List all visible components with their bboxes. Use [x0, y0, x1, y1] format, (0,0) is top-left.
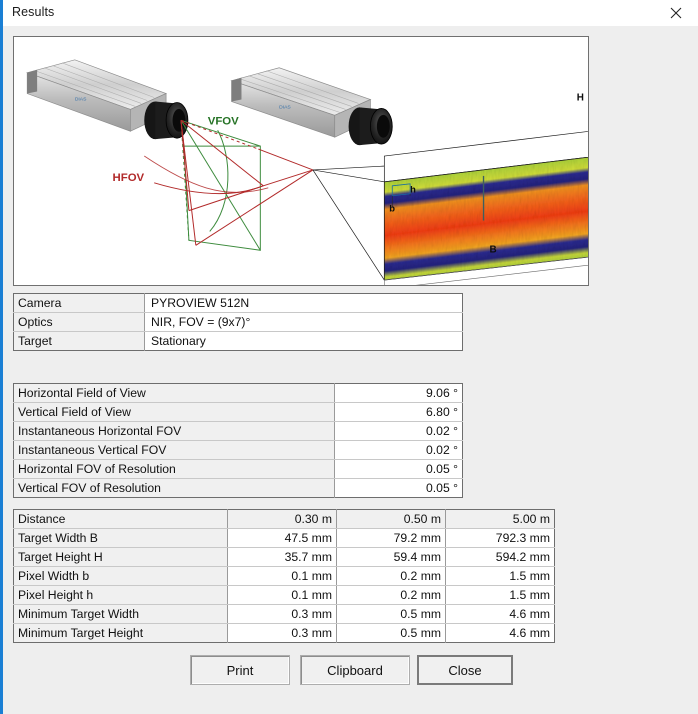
- table-row: Horizontal FOV of Resolution 0.05 °: [13, 459, 463, 479]
- target-width-label: B: [489, 244, 496, 255]
- row-label: Target Height H: [13, 547, 228, 567]
- table-row: Target Width B 47.5 mm 79.2 mm 792.3 mm: [13, 528, 555, 548]
- close-button[interactable]: Close: [417, 655, 513, 685]
- row-value: PYROVIEW 512N: [144, 293, 463, 313]
- column-header-d2: 0.50 m: [336, 509, 446, 529]
- vfov-cone: [180, 119, 261, 251]
- row-label: Horizontal Field of View: [13, 383, 335, 403]
- row-label: Minimum Target Width: [13, 604, 228, 624]
- row-value: 0.2 mm: [336, 566, 446, 586]
- row-value: 594.2 mm: [445, 547, 555, 567]
- row-value: 4.6 mm: [445, 623, 555, 643]
- row-value: NIR, FOV = (9x7)°: [144, 312, 463, 332]
- thermal-target-image: [383, 131, 588, 285]
- target-height-label: H: [577, 92, 584, 103]
- row-value: 1.5 mm: [445, 585, 555, 605]
- table-header-row: Distance 0.30 m 0.50 m 5.00 m: [13, 509, 555, 529]
- results-window: Results DIAS DIAS VFOV HFOV h b H B Came…: [0, 0, 698, 714]
- table-row: Minimum Target Width 0.3 mm 0.5 mm 4.6 m…: [13, 604, 555, 624]
- row-label: Pixel Height h: [13, 585, 228, 605]
- table-row: Instantaneous Horizontal FOV 0.02 °: [13, 421, 463, 441]
- row-value: 0.2 mm: [336, 585, 446, 605]
- row-value: 6.80 °: [334, 402, 463, 422]
- row-value: 0.02 °: [334, 440, 463, 460]
- print-button[interactable]: Print: [190, 655, 290, 685]
- row-value: 4.6 mm: [445, 604, 555, 624]
- window-title: Results: [12, 5, 55, 19]
- fov-diagram-panel: DIAS DIAS VFOV HFOV h b H B: [13, 36, 589, 286]
- row-value: Stationary: [144, 331, 463, 351]
- row-label: Instantaneous Vertical FOV: [13, 440, 335, 460]
- column-header-d3: 5.00 m: [445, 509, 555, 529]
- hfov-label: HFOV: [113, 172, 145, 184]
- row-value: 79.2 mm: [336, 528, 446, 548]
- row-value: 59.4 mm: [336, 547, 446, 567]
- fov-diagram: DIAS DIAS VFOV HFOV h b H B: [26, 59, 588, 285]
- table-row: Target Height H 35.7 mm 59.4 mm 594.2 mm: [13, 547, 555, 567]
- table-row: Vertical FOV of Resolution 0.05 °: [13, 478, 463, 498]
- row-label: Minimum Target Height: [13, 623, 228, 643]
- table-row: Minimum Target Height 0.3 mm 0.5 mm 4.6 …: [13, 623, 555, 643]
- row-label: Camera: [13, 293, 145, 313]
- row-value: 792.3 mm: [445, 528, 555, 548]
- button-bar: Print Clipboard Close: [3, 655, 698, 687]
- row-label: Vertical FOV of Resolution: [13, 478, 335, 498]
- row-value: 35.7 mm: [227, 547, 337, 567]
- row-label: Target: [13, 331, 145, 351]
- hfov-cone: [144, 119, 314, 246]
- close-icon: [670, 7, 682, 19]
- pixel-height-label: h: [410, 184, 416, 195]
- row-value: 9.06 °: [334, 383, 463, 403]
- row-value: 0.05 °: [334, 478, 463, 498]
- table-row: Instantaneous Vertical FOV 0.02 °: [13, 440, 463, 460]
- camera-right: DIAS: [230, 67, 393, 146]
- row-label: Target Width B: [13, 528, 228, 548]
- row-label: Pixel Width b: [13, 566, 228, 586]
- table-row: Optics NIR, FOV = (9x7)°: [13, 312, 463, 332]
- row-value: 47.5 mm: [227, 528, 337, 548]
- svg-text:DIAS: DIAS: [75, 96, 87, 102]
- row-value: 0.3 mm: [227, 604, 337, 624]
- column-header-d1: 0.30 m: [227, 509, 337, 529]
- table-row: Horizontal Field of View 9.06 °: [13, 383, 463, 403]
- row-label: Optics: [13, 312, 145, 332]
- field-of-view-table: Horizontal Field of View 9.06 ° Vertical…: [13, 383, 463, 498]
- camera-left: DIAS: [26, 59, 189, 140]
- row-value: 0.1 mm: [227, 566, 337, 586]
- table-row: Vertical Field of View 6.80 °: [13, 402, 463, 422]
- table-row: Target Stationary: [13, 331, 463, 351]
- clipboard-button[interactable]: Clipboard: [300, 655, 410, 685]
- row-label: Instantaneous Horizontal FOV: [13, 421, 335, 441]
- table-row: Pixel Width b 0.1 mm 0.2 mm 1.5 mm: [13, 566, 555, 586]
- vfov-label: VFOV: [208, 115, 239, 127]
- row-value: 0.5 mm: [336, 604, 446, 624]
- pixel-width-label: b: [389, 203, 395, 214]
- close-window-button[interactable]: [654, 0, 698, 26]
- row-value: 1.5 mm: [445, 566, 555, 586]
- row-value: 0.05 °: [334, 459, 463, 479]
- column-header-distance: Distance: [13, 509, 228, 529]
- svg-text:DIAS: DIAS: [279, 104, 291, 110]
- row-label: Horizontal FOV of Resolution: [13, 459, 335, 479]
- row-value: 0.02 °: [334, 421, 463, 441]
- table-row: Camera PYROVIEW 512N: [13, 293, 463, 313]
- row-value: 0.5 mm: [336, 623, 446, 643]
- distance-table: Distance 0.30 m 0.50 m 5.00 m Target Wid…: [13, 509, 555, 643]
- row-value: 0.1 mm: [227, 585, 337, 605]
- camera-info-table: Camera PYROVIEW 512N Optics NIR, FOV = (…: [13, 293, 463, 351]
- table-row: Pixel Height h 0.1 mm 0.2 mm 1.5 mm: [13, 585, 555, 605]
- row-value: 0.3 mm: [227, 623, 337, 643]
- title-bar: Results: [3, 0, 698, 26]
- row-label: Vertical Field of View: [13, 402, 335, 422]
